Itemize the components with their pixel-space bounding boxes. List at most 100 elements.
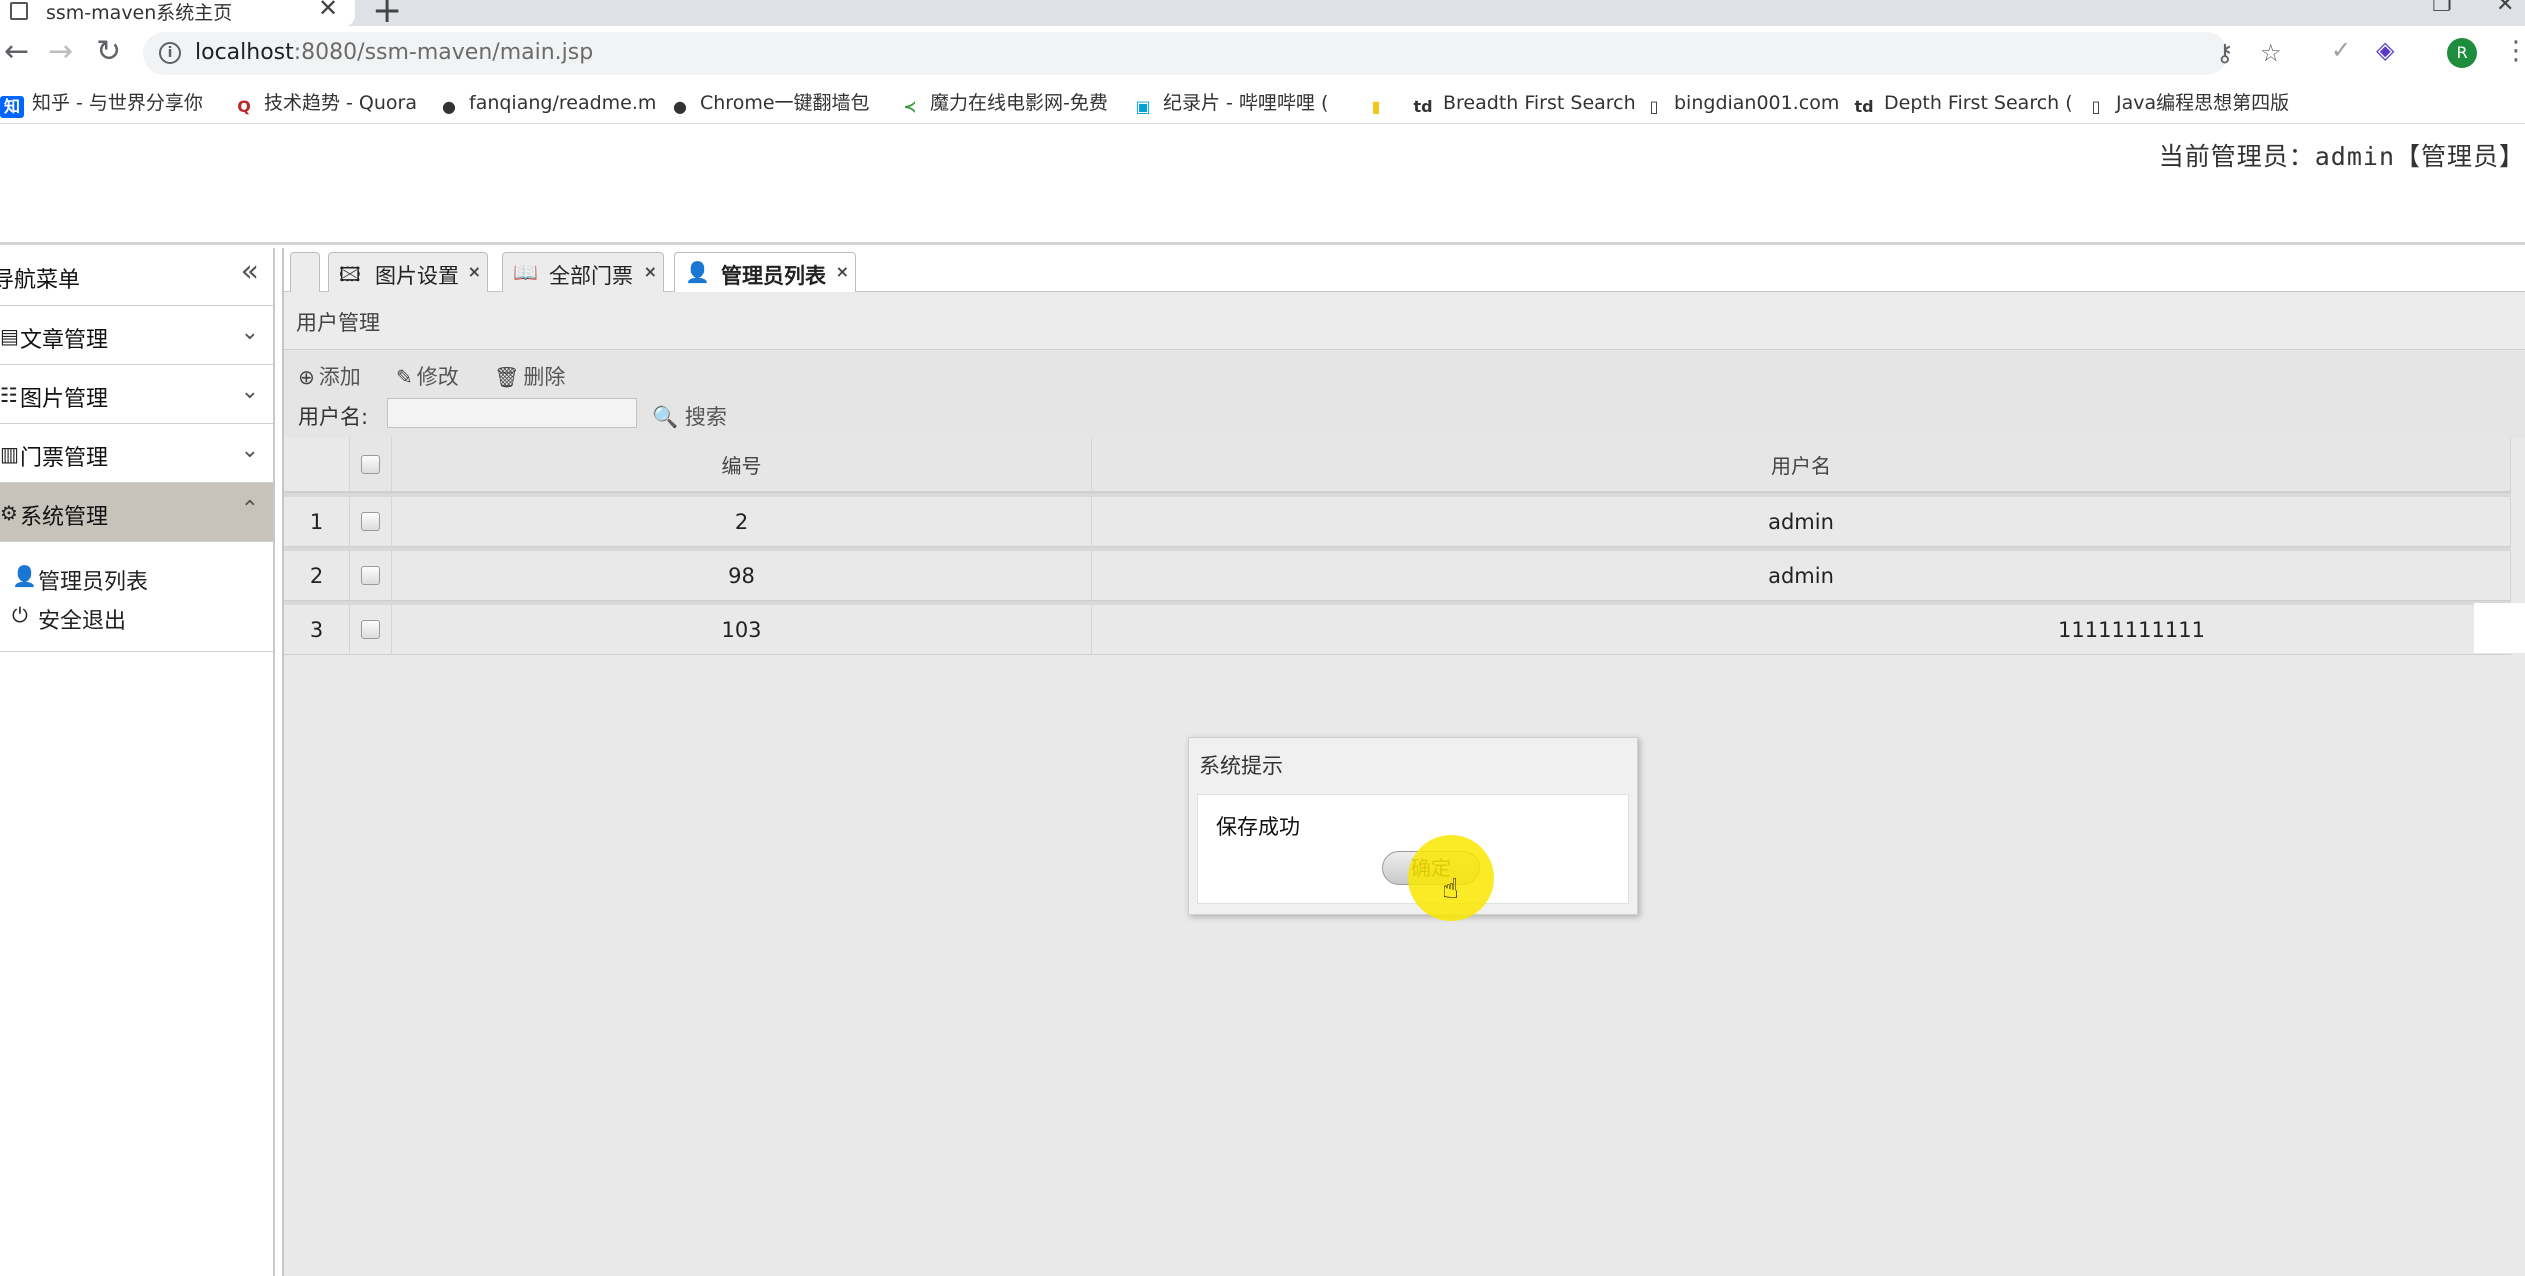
tab-label: 图片设置 bbox=[375, 264, 459, 288]
username-label: 用户名: bbox=[298, 405, 369, 429]
user-icon: 👤 bbox=[12, 564, 37, 588]
row-number: 3 bbox=[284, 605, 350, 654]
column-header-id[interactable]: 编号 bbox=[392, 437, 1092, 491]
close-icon[interactable]: × bbox=[836, 262, 849, 281]
username-search-input[interactable] bbox=[387, 398, 637, 428]
delete-button[interactable]: 🗑 删除 bbox=[494, 361, 565, 391]
cell-id: 103 bbox=[392, 605, 1092, 654]
menu-kebab-icon[interactable]: ⋮ bbox=[2503, 36, 2525, 66]
browser-tab[interactable]: ssm-maven系统主页 ✕ bbox=[0, 0, 355, 26]
bookmark-folder[interactable]: ▮ bbox=[1364, 90, 1396, 116]
sidebar-item-label: 系统管理 bbox=[20, 505, 109, 530]
quora-icon: Q bbox=[237, 97, 251, 116]
close-window-icon[interactable]: ✕ bbox=[2496, 0, 2514, 17]
hand-cursor-icon: ☝ bbox=[1442, 872, 1460, 905]
key-icon[interactable]: ⚷ bbox=[2216, 39, 2234, 67]
address-bar[interactable]: i localhost:8080/ssm-maven/main.jsp ⚷ ☆ bbox=[143, 32, 2282, 75]
row-checkbox[interactable] bbox=[361, 512, 380, 531]
bookmark-dfs[interactable]: td Depth First Search ( bbox=[1852, 90, 2072, 116]
checkmark-extension-icon[interactable]: ✓ bbox=[2331, 36, 2351, 64]
search-label: 搜索 bbox=[684, 405, 727, 429]
table-row[interactable]: 2 98 admin bbox=[284, 547, 2511, 601]
edit-button[interactable]: ✎ 修改 bbox=[396, 361, 459, 391]
browser-toolbar: ← → ↻ i localhost:8080/ssm-maven/main.js… bbox=[0, 26, 2525, 82]
bookmark-bfs[interactable]: td Breadth First Search bbox=[1411, 90, 1635, 116]
chevron-down-icon: ⌄ bbox=[240, 320, 259, 345]
book-open-icon: 📖 bbox=[513, 260, 538, 284]
sidebar-item-label: 文章管理 bbox=[20, 328, 109, 353]
row-checkbox-cell bbox=[350, 551, 392, 600]
row-number-header bbox=[284, 437, 350, 491]
bookmark-fanqiang[interactable]: ● fanqiang/readme.m bbox=[437, 90, 656, 116]
bookmark-movie[interactable]: ≺ 魔力在线电影网-免费 bbox=[898, 90, 1108, 116]
submenu-item-logout[interactable]: ⏻ 安全退出 bbox=[0, 599, 273, 638]
zhihu-icon: 知 bbox=[0, 96, 24, 118]
tab-all-tickets[interactable]: 📖 全部门票 × bbox=[502, 252, 664, 292]
trash-icon: 🗑 bbox=[494, 365, 520, 389]
bookmark-label: bingdian001.com bbox=[1674, 92, 1840, 114]
profile-avatar[interactable]: R bbox=[2447, 38, 2477, 68]
search-icon: 🔍 bbox=[652, 405, 679, 429]
white-mask bbox=[2474, 603, 2525, 653]
sidebar-item-system[interactable]: ⚙ 系统管理 ⌃ bbox=[0, 483, 273, 542]
add-button[interactable]: ⊕ 添加 bbox=[298, 361, 361, 391]
panel-header: 用户管理 bbox=[284, 293, 2525, 350]
td-icon: td bbox=[1413, 97, 1433, 116]
dialog-title: 系统提示 bbox=[1199, 754, 1283, 778]
reload-icon[interactable]: ↻ bbox=[96, 34, 121, 70]
search-button[interactable]: 🔍 搜索 bbox=[652, 401, 727, 431]
row-checkbox[interactable] bbox=[361, 620, 380, 639]
row-checkbox-cell bbox=[350, 497, 392, 546]
star-icon[interactable]: ☆ bbox=[2260, 39, 2282, 67]
sidebar-item-images[interactable]: ☷ 图片管理 ⌄ bbox=[0, 365, 273, 424]
cell-username: admin bbox=[1092, 497, 2511, 546]
chevron-down-icon: ⌄ bbox=[240, 379, 259, 404]
info-icon[interactable]: i bbox=[159, 42, 181, 64]
list-icon: ☷ bbox=[0, 383, 18, 407]
restore-window-icon[interactable]: ❐ bbox=[2432, 0, 2452, 17]
tab-image-settings[interactable]: 🖾 图片设置 × bbox=[328, 252, 488, 292]
bookmark-label: fanqiang/readme.m bbox=[469, 92, 657, 114]
close-tab-icon[interactable]: ✕ bbox=[318, 0, 338, 22]
bookmark-quora[interactable]: Q 技术趋势 - Quora bbox=[232, 90, 417, 116]
select-all-checkbox[interactable] bbox=[361, 454, 380, 474]
github-icon: ● bbox=[442, 97, 456, 116]
delete-label: 删除 bbox=[523, 365, 566, 389]
url-text[interactable]: localhost:8080/ssm-maven/main.jsp bbox=[195, 40, 593, 65]
power-icon: ⏻ bbox=[12, 603, 28, 627]
bookmark-java[interactable]: ▯ Java编程思想第四版 bbox=[2084, 90, 2290, 116]
bookmark-zhihu[interactable]: 知知乎 - 与世界分享你 bbox=[0, 90, 203, 118]
folder-icon: ▮ bbox=[1371, 97, 1381, 116]
bookmark-label: 魔力在线电影网-免费 bbox=[930, 92, 1108, 114]
user-icon: 👤 bbox=[685, 260, 710, 284]
submenu-item-admin-list[interactable]: 👤 管理员列表 bbox=[0, 560, 273, 599]
cell-id: 98 bbox=[392, 551, 1092, 600]
tab-admin-list[interactable]: 👤 管理员列表 × bbox=[674, 252, 856, 292]
extension-icon[interactable]: ◈ bbox=[2376, 36, 2394, 64]
close-icon[interactable]: × bbox=[644, 262, 657, 281]
bookmark-chrome[interactable]: ● Chrome一键翻墙包 bbox=[668, 90, 870, 116]
column-header-username[interactable]: 用户名 bbox=[1092, 437, 2511, 491]
bookmark-bingdian[interactable]: ▯ bingdian001.com bbox=[1642, 90, 1840, 116]
back-arrow-icon[interactable]: ← bbox=[4, 34, 29, 70]
chevron-up-icon: ⌃ bbox=[240, 497, 259, 522]
close-icon[interactable]: × bbox=[468, 262, 481, 281]
bookmark-label: Java编程思想第四版 bbox=[2116, 92, 2290, 114]
sidebar-item-articles[interactable]: ▤ 文章管理 ⌄ bbox=[0, 306, 273, 365]
forward-arrow-icon[interactable]: → bbox=[48, 34, 73, 70]
bilibili-icon: ▣ bbox=[1135, 97, 1151, 116]
page-icon: ▯ bbox=[2091, 97, 2101, 116]
cell-id: 2 bbox=[392, 497, 1092, 546]
submenu-item-label: 安全退出 bbox=[38, 609, 127, 634]
tab-home[interactable] bbox=[290, 252, 320, 292]
table-row[interactable]: 3 103 11111111111 bbox=[284, 601, 2525, 655]
edit-label: 修改 bbox=[416, 365, 459, 389]
row-number: 1 bbox=[284, 497, 350, 546]
collapse-sidebar-icon[interactable]: « bbox=[241, 254, 259, 289]
cell-username: 11111111111 bbox=[2058, 617, 2205, 642]
bookmark-bilibili[interactable]: ▣ 纪录片 - 哔哩哔哩 ( bbox=[1131, 90, 1328, 116]
row-checkbox[interactable] bbox=[361, 566, 380, 585]
table-row[interactable]: 1 2 admin bbox=[284, 493, 2511, 547]
select-all-checkbox-cell bbox=[350, 437, 392, 491]
sidebar-item-tickets[interactable]: ▥ 门票管理 ⌄ bbox=[0, 424, 273, 483]
